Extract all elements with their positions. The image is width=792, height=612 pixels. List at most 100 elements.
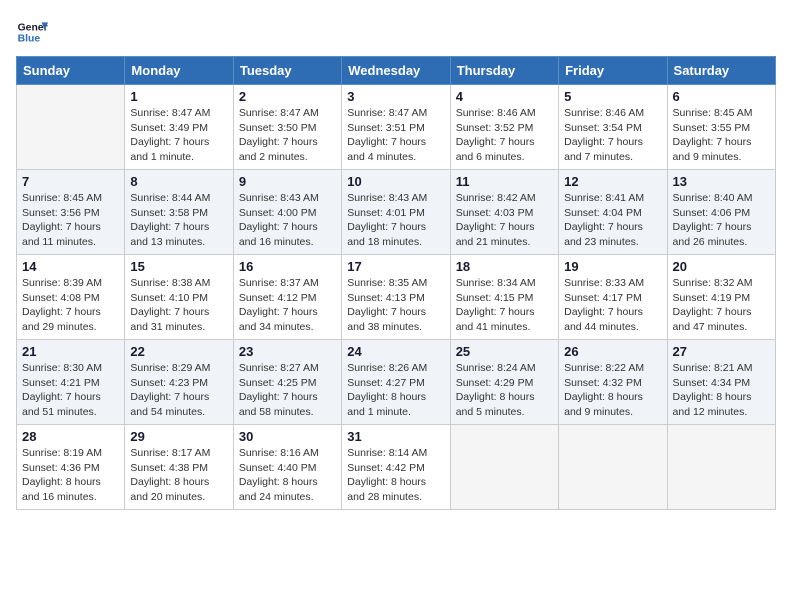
day-info: Sunrise: 8:30 AMSunset: 4:21 PMDaylight:… [22, 361, 119, 420]
calendar-cell [450, 425, 558, 510]
day-number: 25 [456, 344, 553, 359]
day-info: Sunrise: 8:29 AMSunset: 4:23 PMDaylight:… [130, 361, 227, 420]
day-number: 30 [239, 429, 336, 444]
day-number: 16 [239, 259, 336, 274]
calendar-cell: 20 Sunrise: 8:32 AMSunset: 4:19 PMDayligh… [667, 255, 775, 340]
day-number: 9 [239, 174, 336, 189]
calendar-cell: 1 Sunrise: 8:47 AMSunset: 3:49 PMDaylight… [125, 85, 233, 170]
column-header-monday: Monday [125, 57, 233, 85]
calendar-cell: 18Sunrise: 8:34 AMSunset: 4:15 PMDayligh… [450, 255, 558, 340]
day-number: 19 [564, 259, 661, 274]
day-number: 17 [347, 259, 444, 274]
day-info: Sunrise: 8:19 AMSunset: 4:36 PMDaylight:… [22, 446, 119, 505]
calendar-week-row: 21 Sunrise: 8:30 AMSunset: 4:21 PMDayligh… [17, 340, 776, 425]
calendar-cell: 13 Sunrise: 8:40 AMSunset: 4:06 PMDayligh… [667, 170, 775, 255]
calendar-cell: 11 Sunrise: 8:42 AMSunset: 4:03 PMDayligh… [450, 170, 558, 255]
calendar-cell: 9Sunrise: 8:43 AMSunset: 4:00 PMDaylight… [233, 170, 341, 255]
day-info: Sunrise: 8:45 AMSunset: 3:56 PMDaylight:… [22, 191, 119, 250]
day-info: Sunrise: 8:47 AMSunset: 3:49 PMDaylight:… [130, 106, 227, 165]
calendar-cell: 31 Sunrise: 8:14 AMSunset: 4:42 PMDayligh… [342, 425, 450, 510]
day-number: 26 [564, 344, 661, 359]
svg-text:Blue: Blue [18, 34, 41, 45]
day-number: 21 [22, 344, 119, 359]
day-number: 1 [130, 89, 227, 104]
calendar-week-row: 7 Sunrise: 8:45 AMSunset: 3:56 PMDaylight… [17, 170, 776, 255]
day-info: Sunrise: 8:16 AMSunset: 4:40 PMDaylight:… [239, 446, 336, 505]
day-info: Sunrise: 8:34 AMSunset: 4:15 PMDaylight:… [456, 276, 553, 335]
calendar-cell [17, 85, 125, 170]
page-header: General Blue [16, 16, 776, 48]
day-info: Sunrise: 8:46 AMSunset: 3:54 PMDaylight:… [564, 106, 661, 165]
calendar-cell: 6Sunrise: 8:45 AMSunset: 3:55 PMDaylight… [667, 85, 775, 170]
day-number: 28 [22, 429, 119, 444]
calendar-cell: 4Sunrise: 8:46 AMSunset: 3:52 PMDaylight… [450, 85, 558, 170]
calendar-week-row: 14 Sunrise: 8:39 AMSunset: 4:08 PMDayligh… [17, 255, 776, 340]
calendar-cell: 17 Sunrise: 8:35 AMSunset: 4:13 PMDayligh… [342, 255, 450, 340]
calendar-week-row: 28 Sunrise: 8:19 AMSunset: 4:36 PMDayligh… [17, 425, 776, 510]
calendar-cell: 25 Sunrise: 8:24 AMSunset: 4:29 PMDayligh… [450, 340, 558, 425]
day-number: 27 [673, 344, 770, 359]
day-info: Sunrise: 8:14 AMSunset: 4:42 PMDaylight:… [347, 446, 444, 505]
day-info: Sunrise: 8:32 AMSunset: 4:19 PMDaylight:… [673, 276, 770, 335]
calendar-cell: 14 Sunrise: 8:39 AMSunset: 4:08 PMDayligh… [17, 255, 125, 340]
day-number: 10 [347, 174, 444, 189]
day-info: Sunrise: 8:35 AMSunset: 4:13 PMDaylight:… [347, 276, 444, 335]
calendar-table: SundayMondayTuesdayWednesdayThursdayFrid… [16, 56, 776, 510]
day-info: Sunrise: 8:42 AMSunset: 4:03 PMDaylight:… [456, 191, 553, 250]
column-header-thursday: Thursday [450, 57, 558, 85]
column-header-sunday: Sunday [17, 57, 125, 85]
day-number: 31 [347, 429, 444, 444]
calendar-cell: 7 Sunrise: 8:45 AMSunset: 3:56 PMDaylight… [17, 170, 125, 255]
calendar-cell: 23 Sunrise: 8:27 AMSunset: 4:25 PMDayligh… [233, 340, 341, 425]
calendar-cell [559, 425, 667, 510]
day-number: 20 [673, 259, 770, 274]
calendar-cell: 12Sunrise: 8:41 AMSunset: 4:04 PMDayligh… [559, 170, 667, 255]
day-number: 7 [22, 174, 119, 189]
day-number: 14 [22, 259, 119, 274]
day-number: 22 [130, 344, 227, 359]
day-info: Sunrise: 8:39 AMSunset: 4:08 PMDaylight:… [22, 276, 119, 335]
day-number: 15 [130, 259, 227, 274]
calendar-header-row: SundayMondayTuesdayWednesdayThursdayFrid… [17, 57, 776, 85]
day-number: 24 [347, 344, 444, 359]
calendar-cell: 3 Sunrise: 8:47 AMSunset: 3:51 PMDaylight… [342, 85, 450, 170]
day-number: 8 [130, 174, 227, 189]
logo-icon: General Blue [16, 16, 48, 48]
day-number: 6 [673, 89, 770, 104]
day-info: Sunrise: 8:37 AMSunset: 4:12 PMDaylight:… [239, 276, 336, 335]
calendar-cell: 24Sunrise: 8:26 AMSunset: 4:27 PMDayligh… [342, 340, 450, 425]
calendar-cell: 16 Sunrise: 8:37 AMSunset: 4:12 PMDayligh… [233, 255, 341, 340]
day-info: Sunrise: 8:47 AMSunset: 3:51 PMDaylight:… [347, 106, 444, 165]
calendar-cell: 8 Sunrise: 8:44 AMSunset: 3:58 PMDaylight… [125, 170, 233, 255]
day-number: 12 [564, 174, 661, 189]
day-info: Sunrise: 8:43 AMSunset: 4:01 PMDaylight:… [347, 191, 444, 250]
day-info: Sunrise: 8:24 AMSunset: 4:29 PMDaylight:… [456, 361, 553, 420]
calendar-cell: 27 Sunrise: 8:21 AMSunset: 4:34 PMDayligh… [667, 340, 775, 425]
calendar-cell: 29Sunrise: 8:17 AMSunset: 4:38 PMDayligh… [125, 425, 233, 510]
day-number: 13 [673, 174, 770, 189]
day-number: 3 [347, 89, 444, 104]
day-info: Sunrise: 8:27 AMSunset: 4:25 PMDaylight:… [239, 361, 336, 420]
calendar-cell: 5 Sunrise: 8:46 AMSunset: 3:54 PMDaylight… [559, 85, 667, 170]
column-header-saturday: Saturday [667, 57, 775, 85]
logo: General Blue [16, 16, 48, 48]
calendar-cell: 22 Sunrise: 8:29 AMSunset: 4:23 PMDayligh… [125, 340, 233, 425]
calendar-cell: 28 Sunrise: 8:19 AMSunset: 4:36 PMDayligh… [17, 425, 125, 510]
calendar-cell: 10 Sunrise: 8:43 AMSunset: 4:01 PMDayligh… [342, 170, 450, 255]
day-info: Sunrise: 8:21 AMSunset: 4:34 PMDaylight:… [673, 361, 770, 420]
day-info: Sunrise: 8:40 AMSunset: 4:06 PMDaylight:… [673, 191, 770, 250]
day-info: Sunrise: 8:44 AMSunset: 3:58 PMDaylight:… [130, 191, 227, 250]
calendar-cell [667, 425, 775, 510]
day-info: Sunrise: 8:33 AMSunset: 4:17 PMDaylight:… [564, 276, 661, 335]
calendar-cell: 21 Sunrise: 8:30 AMSunset: 4:21 PMDayligh… [17, 340, 125, 425]
day-info: Sunrise: 8:47 AMSunset: 3:50 PMDaylight:… [239, 106, 336, 165]
calendar-cell: 19 Sunrise: 8:33 AMSunset: 4:17 PMDayligh… [559, 255, 667, 340]
day-number: 23 [239, 344, 336, 359]
calendar-cell: 26Sunrise: 8:22 AMSunset: 4:32 PMDayligh… [559, 340, 667, 425]
day-number: 5 [564, 89, 661, 104]
day-number: 29 [130, 429, 227, 444]
calendar-week-row: 1 Sunrise: 8:47 AMSunset: 3:49 PMDaylight… [17, 85, 776, 170]
day-number: 11 [456, 174, 553, 189]
day-info: Sunrise: 8:46 AMSunset: 3:52 PMDaylight:… [456, 106, 553, 165]
calendar-cell: 30 Sunrise: 8:16 AMSunset: 4:40 PMDayligh… [233, 425, 341, 510]
